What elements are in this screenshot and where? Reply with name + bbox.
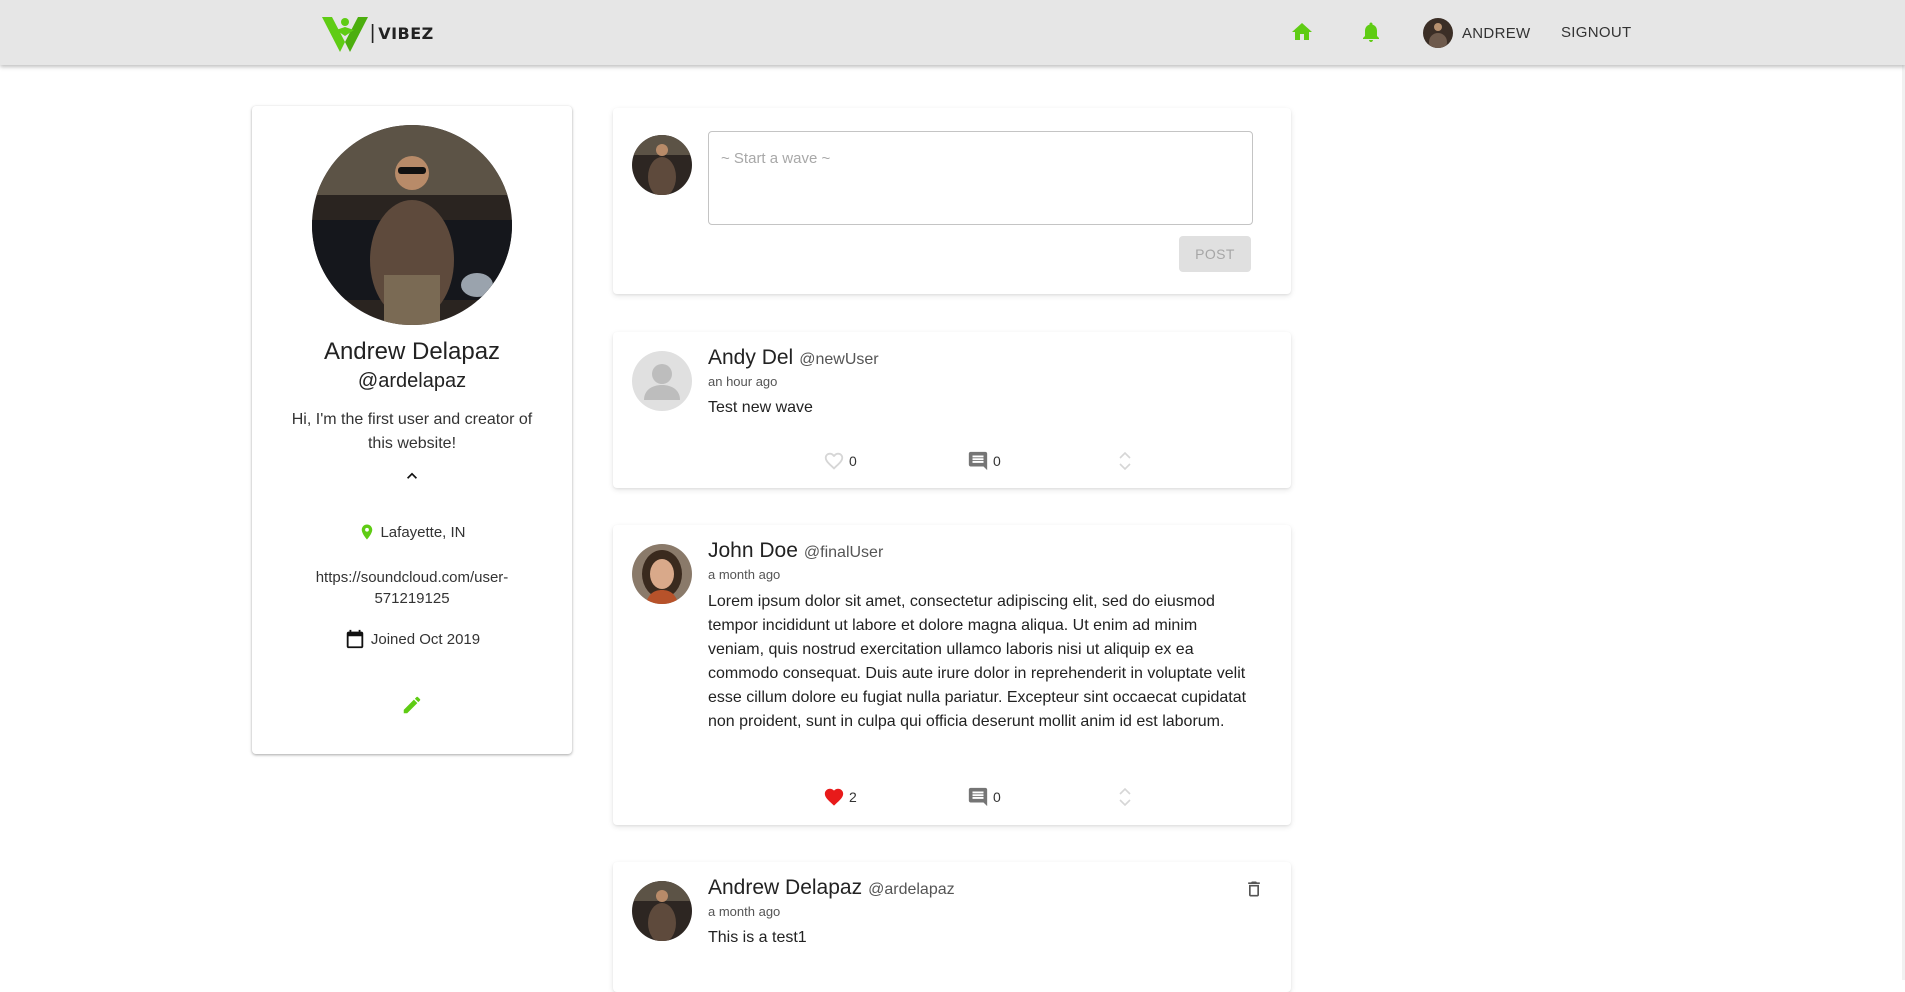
post-body: This is a test1 [708, 929, 807, 946]
signout-button[interactable]: SIGNOUT [1561, 24, 1631, 41]
avatar[interactable] [632, 881, 692, 941]
wave-post: Andy Del @newUser an hour ago Test new w… [613, 332, 1291, 488]
like-button[interactable]: 2 [823, 786, 857, 808]
avatar[interactable] [632, 351, 692, 411]
post-timestamp: a month ago [708, 904, 781, 919]
comment-button[interactable]: 0 [967, 450, 1001, 472]
profile-handle: @ardelapaz [357, 370, 467, 392]
comment-button[interactable]: 0 [967, 786, 1001, 808]
profile-website-link[interactable]: https://soundcloud.com/user-571219125 [292, 567, 532, 609]
location-pin-icon [362, 524, 373, 540]
logo-divider: | [370, 21, 376, 44]
heart-filled-icon [824, 788, 844, 806]
comment-count: 0 [993, 453, 1001, 469]
brand-name: VIBEZ [378, 23, 434, 43]
vibez-logo-icon [322, 17, 368, 52]
post-body: Lorem ipsum dolor sit amet, consectetur … [708, 593, 1247, 730]
post-button[interactable]: POST [1179, 236, 1251, 272]
post-body: Test new wave [708, 399, 813, 416]
avatar [632, 135, 692, 195]
post-author-name[interactable]: Andrew Delapaz [708, 876, 862, 900]
wave-composer: POST [613, 108, 1291, 294]
like-count: 2 [849, 789, 857, 805]
post-header: Andrew Delapaz @ardelapaz [708, 876, 955, 900]
trash-icon[interactable] [1244, 878, 1264, 900]
heart-outline-icon [824, 452, 844, 470]
avatar [1423, 18, 1453, 48]
post-timestamp: a month ago [708, 567, 781, 582]
post-author-name[interactable]: John Doe [708, 539, 798, 563]
like-button[interactable]: 0 [823, 450, 857, 472]
brand-logo[interactable]: | VIBEZ [322, 14, 434, 52]
profile-card: Andrew Delapaz @ardelapaz Hi, I'm the fi… [252, 106, 572, 754]
post-author-name[interactable]: Andy Del [708, 346, 793, 370]
profile-bio: Hi, I'm the first user and creator of th… [291, 411, 533, 452]
profile-location-text: Lafayette, IN [380, 523, 466, 541]
like-count: 0 [849, 453, 857, 469]
bell-icon[interactable] [1359, 20, 1383, 44]
profile-joined-text: Joined Oct 2019 [370, 630, 481, 648]
expand-icon[interactable] [1118, 786, 1132, 808]
post-header: John Doe @finalUser [708, 539, 883, 563]
nav-user-name: ANDREW [1462, 24, 1531, 42]
profile-photo[interactable] [312, 125, 512, 325]
nav-user-menu[interactable]: ANDREW [1423, 18, 1530, 48]
post-author-handle: @finalUser [803, 544, 884, 561]
post-author-handle: @ardelapaz [868, 881, 955, 898]
edit-pencil-icon[interactable] [401, 694, 423, 716]
profile-full-name: Andrew Delapaz [323, 338, 501, 365]
profile-joined: Joined Oct 2019 [252, 628, 572, 650]
post-timestamp: an hour ago [708, 374, 778, 389]
top-navigation-bar: | VIBEZ ANDREW SIGNOUT [0, 0, 1905, 65]
comment-icon [968, 451, 988, 471]
profile-location: Lafayette, IN [252, 522, 572, 542]
wave-input[interactable] [708, 131, 1253, 225]
avatar[interactable] [632, 544, 692, 604]
expand-icon[interactable] [1118, 450, 1132, 472]
post-header: Andy Del @newUser [708, 346, 879, 370]
home-icon[interactable] [1290, 20, 1314, 44]
post-author-handle: @newUser [799, 351, 879, 368]
comment-count: 0 [993, 789, 1001, 805]
comment-icon [968, 787, 988, 807]
chevron-up-icon[interactable] [402, 466, 422, 486]
wave-post: Andrew Delapaz @ardelapaz a month ago Th… [613, 862, 1291, 992]
wave-post: John Doe @finalUser a month ago Lorem ip… [613, 525, 1291, 825]
calendar-icon [346, 629, 364, 649]
